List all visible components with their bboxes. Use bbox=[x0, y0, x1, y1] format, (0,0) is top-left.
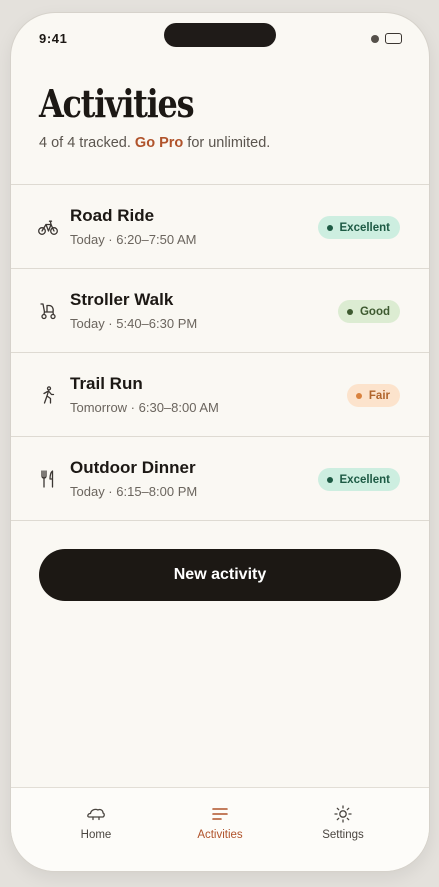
home-cloud-icon bbox=[86, 804, 106, 824]
tab-label: Home bbox=[80, 829, 112, 841]
page-title: Activities bbox=[39, 81, 195, 126]
status-bar: 9:41 bbox=[11, 13, 429, 63]
rating-badge-fair: Fair bbox=[346, 384, 400, 407]
activity-title: Road Ride bbox=[70, 206, 155, 225]
activity-time: Tomorrow · 6:30–8:00 AM bbox=[70, 400, 219, 415]
camera-dot-icon bbox=[371, 35, 379, 43]
activity-row-road-ride[interactable]: Road Ride Today · 6:20–7:50 AM Excellent bbox=[11, 185, 429, 269]
rating-label: Excellent bbox=[339, 473, 391, 486]
activity-time: Today · 6:20–7:50 AM bbox=[70, 232, 197, 247]
rating-dot bbox=[326, 476, 333, 483]
list-icon bbox=[210, 804, 230, 824]
tracked-count-text: 4 of 4 tracked. Go Pro for unlimited. bbox=[39, 135, 270, 151]
activity-row-stroller-walk[interactable]: Stroller Walk Today · 5:40–6:30 PM Good bbox=[11, 269, 429, 353]
rating-dot bbox=[355, 392, 362, 399]
tab-bar: Home Activities Settings bbox=[11, 787, 429, 871]
rating-badge-excellent: Excellent bbox=[317, 468, 400, 491]
sun-gear-icon bbox=[333, 804, 353, 824]
rating-badge-excellent: Excellent bbox=[317, 216, 400, 239]
runner-icon bbox=[38, 386, 58, 404]
fork-knife-icon bbox=[38, 470, 58, 488]
bicycle-icon bbox=[38, 218, 58, 236]
tab-settings[interactable]: Settings bbox=[283, 788, 403, 858]
rating-dot bbox=[326, 224, 333, 231]
tab-activities[interactable]: Activities bbox=[160, 788, 280, 858]
activity-time: Today · 5:40–6:30 PM bbox=[70, 316, 198, 331]
activity-list: Road Ride Today · 6:20–7:50 AM Excellent… bbox=[11, 184, 429, 521]
go-pro-link[interactable]: Go Pro bbox=[135, 135, 183, 151]
rating-dot bbox=[346, 308, 353, 315]
activity-time: Today · 6:15–8:00 PM bbox=[70, 484, 198, 499]
tab-home[interactable]: Home bbox=[36, 788, 156, 858]
activity-title: Outdoor Dinner bbox=[70, 458, 196, 477]
activity-row-outdoor-dinner[interactable]: Outdoor Dinner Today · 6:15–8:00 PM Exce… bbox=[11, 437, 429, 521]
rating-label: Excellent bbox=[339, 221, 391, 234]
dynamic-island bbox=[164, 23, 276, 47]
rating-badge-good: Good bbox=[337, 300, 400, 323]
activity-row-trail-run[interactable]: Trail Run Tomorrow · 6:30–8:00 AM Fair bbox=[11, 353, 429, 437]
subtitle-prefix: 4 of 4 tracked. bbox=[39, 135, 131, 151]
activity-title: Stroller Walk bbox=[70, 290, 174, 309]
stroller-icon bbox=[38, 302, 58, 320]
new-activity-button[interactable]: New activity bbox=[39, 549, 401, 601]
rating-label: Good bbox=[359, 305, 390, 318]
subtitle-suffix: for unlimited. bbox=[187, 135, 271, 151]
rating-label: Fair bbox=[368, 389, 390, 402]
battery-icon bbox=[385, 33, 402, 44]
status-time: 9:41 bbox=[39, 31, 68, 46]
tab-label: Activities bbox=[197, 829, 243, 841]
phone-frame: 9:41 Activities 4 of 4 tracked. Go Pro f… bbox=[11, 13, 429, 871]
tab-label: Settings bbox=[322, 829, 364, 841]
activity-title: Trail Run bbox=[70, 374, 143, 393]
